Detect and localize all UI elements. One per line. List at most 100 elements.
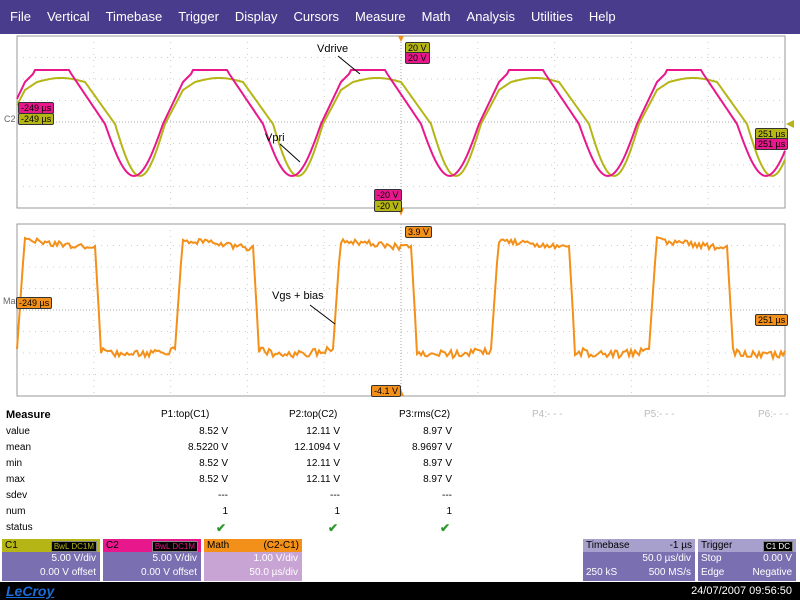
menu-analysis[interactable]: Analysis xyxy=(459,0,523,34)
math-source: (C2-C1) xyxy=(263,539,299,552)
math-bottom-level-tag: -4.1 V xyxy=(371,385,401,397)
measure-row-label: status xyxy=(6,522,33,533)
measure-param-header-empty[interactable]: P6:- - - xyxy=(758,409,789,420)
measure-cell: --- xyxy=(218,490,228,501)
measure-cell: 1 xyxy=(334,506,340,517)
menu-utilities[interactable]: Utilities xyxy=(523,0,581,34)
menu-help[interactable]: Help xyxy=(581,0,624,34)
c1-name: C1 xyxy=(5,540,18,551)
c2-coupling-badge: BwL DC1M xyxy=(152,541,198,552)
c1-top-level-tag: 20 V xyxy=(405,52,430,64)
measure-cell: 8.97 V xyxy=(423,426,452,437)
measure-cell: --- xyxy=(442,490,452,501)
menu-vertical[interactable]: Vertical xyxy=(39,0,98,34)
c2-bottom-level-tag: -20 V xyxy=(374,200,402,212)
c1-coupling-badge: BwL DC1M xyxy=(51,541,97,552)
c1-right-time-tag: 251 µs xyxy=(755,138,788,150)
measure-row-label: sdev xyxy=(6,490,27,501)
measure-cell: 8.97 V xyxy=(423,474,452,485)
measure-cell: 8.5220 V xyxy=(188,442,228,453)
c1-offset: 0.00 V offset xyxy=(2,566,100,580)
vgs-leader xyxy=(310,305,335,324)
measure-param-header-empty[interactable]: P5:- - - xyxy=(644,409,675,420)
measure-row-label: mean xyxy=(6,442,31,453)
scope-display: 20 V 20 V -20 V -20 V -249 µs -249 µs 25… xyxy=(0,34,800,406)
math-time: 50.0 µs/div xyxy=(204,566,302,580)
measure-row-label: num xyxy=(6,506,25,517)
measure-row-label: min xyxy=(6,458,22,469)
status-bar: LeCroy 24/07/2007 09:56:50 xyxy=(0,582,800,600)
menu-display[interactable]: Display xyxy=(227,0,286,34)
measure-cell: 8.9697 V xyxy=(412,442,452,453)
measure-row-label: max xyxy=(6,474,25,485)
timebase-samples: 250 kS xyxy=(586,566,617,580)
math-name: Math xyxy=(207,540,229,551)
c1-waveform xyxy=(17,70,785,176)
c2-offset: 0.00 V offset xyxy=(103,566,201,580)
c2-channel-marker[interactable]: C2 xyxy=(4,114,16,124)
measure-cell: 12.1094 V xyxy=(294,442,340,453)
trigger-mode: Stop xyxy=(701,552,722,566)
c1-scale: 5.00 V/div xyxy=(2,552,100,566)
trigger-level: 0.00 V xyxy=(763,553,792,564)
measure-cell: 1 xyxy=(222,506,228,517)
trigger-slope: Negative xyxy=(753,567,792,578)
measure-row-label: value xyxy=(6,426,30,437)
math-waveform xyxy=(17,237,785,358)
measure-cell: 12.11 V xyxy=(306,474,340,485)
c1-descriptor[interactable]: C1 BwL DC1M 5.00 V/div 0.00 V offset xyxy=(2,539,100,581)
measure-param-header[interactable]: P3:rms(C2) xyxy=(399,409,450,420)
vpri-annotation: Vpri xyxy=(265,132,285,144)
descriptor-bar: C1 BwL DC1M 5.00 V/div 0.00 V offset C2 Bw… xyxy=(0,539,800,582)
measure-cell: 1 xyxy=(446,506,452,517)
math-descriptor[interactable]: Math (C2-C1) 1.00 V/div 50.0 µs/div xyxy=(204,539,302,581)
vgs-annotation: Vgs + bias xyxy=(272,290,324,302)
math-scale: 1.00 V/div xyxy=(204,552,302,566)
timebase-rate: 500 MS/s xyxy=(649,567,691,578)
vdrive-leader xyxy=(338,56,360,74)
measure-cell: 12.11 V xyxy=(306,426,340,437)
measure-cell: 8.52 V xyxy=(199,474,228,485)
menu-trigger[interactable]: Trigger xyxy=(170,0,227,34)
menu-cursors[interactable]: Cursors xyxy=(286,0,348,34)
status-check-icon: ✔ xyxy=(216,521,226,535)
c2-left-time-tag: -249 µs xyxy=(18,113,54,125)
menu-bar: File Vertical Timebase Trigger Display Cursor… xyxy=(0,0,800,34)
trigger-descriptor[interactable]: Trigger C1 DC Stop 0.00 V Edge Negative xyxy=(698,539,796,581)
measure-cell: --- xyxy=(330,490,340,501)
trigger-level-marker xyxy=(786,120,794,128)
timebase-tdiv: 50.0 µs/div xyxy=(583,552,695,566)
math-top-level-tag: 3.9 V xyxy=(405,226,432,238)
status-check-icon: ✔ xyxy=(328,521,338,535)
measure-title: Measure xyxy=(6,409,51,421)
measure-param-header[interactable]: P1:top(C1) xyxy=(161,409,209,420)
trigger-type: Edge xyxy=(701,566,724,580)
timebase-delay: -1 µs xyxy=(670,539,692,552)
waveform-area xyxy=(0,34,800,406)
math-right-time-tag: 251 µs xyxy=(755,314,788,326)
measure-cell: 8.97 V xyxy=(423,458,452,469)
status-check-icon: ✔ xyxy=(440,521,450,535)
menu-measure[interactable]: Measure xyxy=(347,0,414,34)
measure-table: Measure value mean min max sdev num status P1:to… xyxy=(0,406,800,536)
menu-timebase[interactable]: Timebase xyxy=(98,0,171,34)
lecroy-logo[interactable]: LeCroy xyxy=(6,583,54,599)
trigger-source-badge: C1 DC xyxy=(763,541,793,552)
timebase-descriptor[interactable]: Timebase -1 µs 50.0 µs/div 250 kS 500 MS/s xyxy=(583,539,695,581)
vdrive-annotation: Vdrive xyxy=(317,43,348,55)
measure-cell: 8.52 V xyxy=(199,426,228,437)
c2-descriptor[interactable]: C2 BwL DC1M 5.00 V/div 0.00 V offset xyxy=(103,539,201,581)
c2-name: C2 xyxy=(106,540,119,551)
date-time: 24/07/2007 09:56:50 xyxy=(691,585,792,597)
math-left-time-tag: -249 µs xyxy=(16,297,52,309)
measure-param-header[interactable]: P2:top(C2) xyxy=(289,409,337,420)
trigger-name: Trigger xyxy=(701,540,732,551)
measure-cell: 8.52 V xyxy=(199,458,228,469)
menu-file[interactable]: File xyxy=(0,0,39,34)
timebase-name: Timebase xyxy=(586,540,630,551)
measure-param-header-empty[interactable]: P4:- - - xyxy=(532,409,563,420)
menu-math[interactable]: Math xyxy=(414,0,459,34)
math-channel-marker[interactable]: Ma xyxy=(3,296,16,306)
top-trigger-marker xyxy=(398,36,404,42)
measure-cell: 12.11 V xyxy=(306,458,340,469)
